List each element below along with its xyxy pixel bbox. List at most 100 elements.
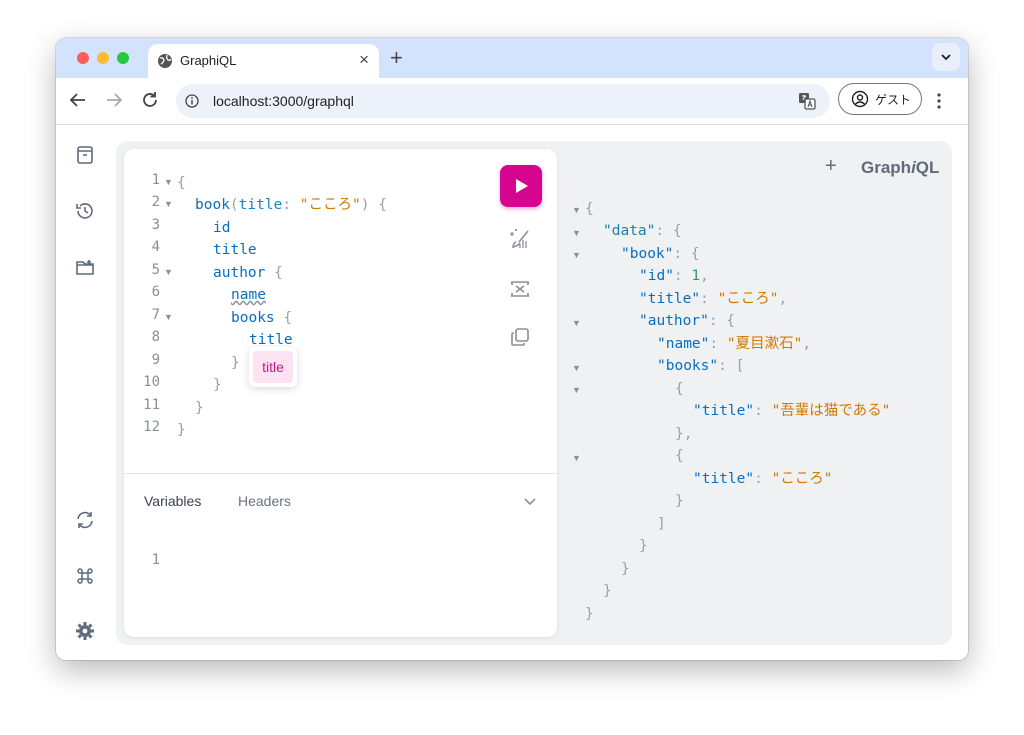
- refetch-schema-icon[interactable]: [74, 509, 96, 531]
- code-token: books: [231, 310, 275, 326]
- account-icon: [851, 90, 869, 108]
- query-editor[interactable]: 1 2 3 4 5 6 7 8 9 10 11 12 ▼ ▼ ▼ ▼ {boo…: [124, 149, 557, 637]
- tab-search-button[interactable]: [932, 43, 960, 71]
- json-key: "id": [639, 268, 674, 284]
- json-value: "夏目漱石": [726, 336, 803, 352]
- tab-close-icon[interactable]: ×: [359, 50, 369, 70]
- address-bar[interactable]: localhost:3000/graphql: [176, 84, 830, 118]
- merge-fragments-icon[interactable]: [508, 277, 532, 301]
- line-number: 1: [151, 172, 160, 188]
- json-key: "name": [657, 336, 710, 352]
- copy-icon[interactable]: [508, 325, 532, 349]
- chevron-down-icon: [941, 54, 951, 61]
- code-token: }: [231, 355, 240, 371]
- editor-divider: [124, 473, 557, 474]
- add-folder-icon[interactable]: [74, 256, 96, 278]
- code-token: "こころ": [299, 197, 361, 213]
- line-number: 6: [151, 284, 160, 300]
- tab-variables[interactable]: Variables: [144, 493, 201, 509]
- close-window-button[interactable]: [77, 52, 89, 64]
- browser-tab[interactable]: GraphiQL ×: [148, 44, 379, 78]
- globe-icon: [158, 54, 172, 68]
- line-number: 2: [151, 194, 160, 210]
- line-number: 3: [151, 217, 160, 233]
- fold-arrow-icon[interactable]: ▼: [572, 453, 581, 463]
- json-key: "books": [657, 358, 719, 374]
- translate-icon[interactable]: [798, 92, 816, 110]
- page-content: 1 2 3 4 5 6 7 8 9 10 11 12 ▼ ▼ ▼ ▼ {boo…: [56, 125, 968, 660]
- json-key: "title": [693, 403, 755, 419]
- logo-text: Graph: [861, 158, 912, 177]
- code-token: name: [231, 287, 266, 303]
- line-number: 9: [151, 352, 160, 368]
- code-token: title: [249, 332, 293, 348]
- zoom-window-button[interactable]: [117, 52, 129, 64]
- history-icon[interactable]: [74, 200, 96, 222]
- autocomplete-popup: title: [249, 347, 297, 387]
- forward-arrow-icon[interactable]: [102, 88, 126, 112]
- add-tab-button[interactable]: +: [825, 155, 837, 178]
- autocomplete-item[interactable]: title: [253, 351, 293, 383]
- logo-text: QL: [915, 158, 940, 177]
- browser-toolbar: localhost:3000/graphql ゲスト: [56, 78, 968, 125]
- line-number: 11: [143, 397, 160, 413]
- json-key: "data": [603, 223, 656, 239]
- fold-arrow-icon[interactable]: ▼: [164, 312, 173, 322]
- json-value: "こころ": [771, 471, 833, 487]
- json-key: "title": [639, 291, 701, 307]
- code-token: author: [213, 265, 266, 281]
- line-number: 5: [151, 262, 160, 278]
- variables-line-number: 1: [151, 552, 160, 568]
- line-number: 4: [151, 239, 160, 255]
- browser-window: GraphiQL × + localhost:3000/graphql ゲスト …: [56, 38, 968, 660]
- json-key: "title": [693, 471, 755, 487]
- code-token: {: [177, 175, 186, 191]
- graphiql-panel: 1 2 3 4 5 6 7 8 9 10 11 12 ▼ ▼ ▼ ▼ {boo…: [116, 141, 952, 645]
- code-token: }: [177, 422, 186, 438]
- prettify-icon[interactable]: [508, 227, 532, 251]
- info-icon[interactable]: [185, 94, 199, 108]
- code-token: {: [274, 265, 283, 281]
- json-value: 1: [691, 268, 701, 284]
- shortcuts-command-icon[interactable]: [74, 565, 96, 587]
- json-value: "吾輩は猫である": [771, 403, 891, 419]
- reload-icon[interactable]: [138, 88, 162, 112]
- fold-arrow-icon[interactable]: ▼: [164, 177, 173, 187]
- fold-arrow-icon[interactable]: ▼: [572, 363, 581, 373]
- fold-arrow-icon[interactable]: ▼: [572, 228, 581, 238]
- code-token: book: [195, 197, 230, 213]
- fold-arrow-icon[interactable]: ▼: [572, 205, 581, 215]
- line-number: 7: [151, 307, 160, 323]
- graphiql-logo: GraphiQL: [861, 158, 939, 178]
- json-key: "book": [621, 246, 674, 262]
- minimize-window-button[interactable]: [97, 52, 109, 64]
- code-token: title: [238, 197, 283, 213]
- profile-label: ゲスト: [875, 93, 912, 107]
- url-text: localhost:3000/graphql: [213, 93, 354, 109]
- fold-arrow-icon[interactable]: ▼: [572, 318, 581, 328]
- settings-gear-icon[interactable]: [74, 620, 96, 642]
- code-token: }: [213, 377, 222, 393]
- code-token: ) {: [360, 197, 387, 213]
- new-tab-button[interactable]: +: [390, 45, 403, 71]
- line-number: 12: [143, 419, 160, 435]
- fold-arrow-icon[interactable]: ▼: [572, 250, 581, 260]
- chevron-down-icon[interactable]: [522, 493, 538, 509]
- response-code: { "data": { "book": { "id": 1, "title": …: [585, 201, 891, 622]
- tab-headers[interactable]: Headers: [238, 493, 291, 509]
- fold-arrow-icon[interactable]: ▼: [164, 199, 173, 209]
- json-value: "こころ": [717, 291, 779, 307]
- play-icon: [516, 179, 528, 193]
- execute-query-button[interactable]: [500, 165, 542, 207]
- fold-arrow-icon[interactable]: ▼: [164, 267, 173, 277]
- tab-strip: GraphiQL × +: [56, 38, 968, 78]
- docs-explorer-icon[interactable]: [74, 144, 96, 166]
- fold-arrow-icon[interactable]: ▼: [572, 385, 581, 395]
- line-number: 10: [143, 374, 160, 390]
- code-token: }: [195, 400, 204, 416]
- code-token: id: [213, 220, 231, 236]
- code-token: title: [213, 242, 257, 258]
- more-menu-icon[interactable]: [936, 92, 942, 110]
- profile-button[interactable]: ゲスト: [838, 83, 922, 115]
- back-arrow-icon[interactable]: [66, 88, 90, 112]
